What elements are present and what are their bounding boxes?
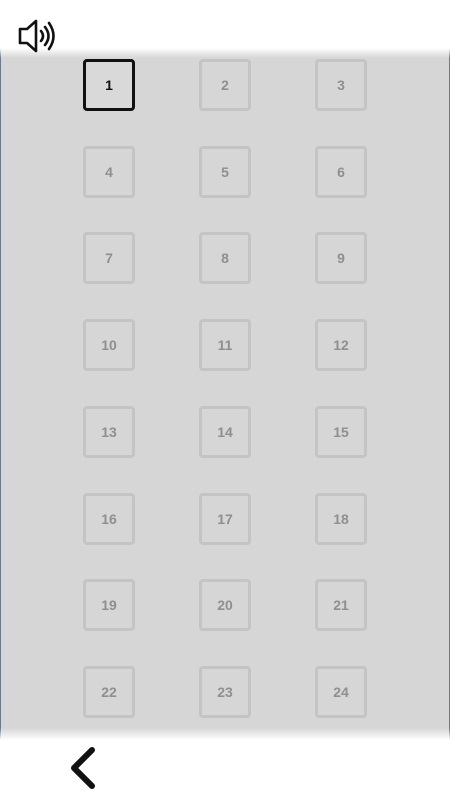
level-button-7[interactable]: 7 [83,232,135,284]
level-button-14[interactable]: 14 [199,406,251,458]
level-button-21[interactable]: 21 [315,579,367,631]
level-button-13[interactable]: 13 [83,406,135,458]
chevron-left-icon [71,747,95,789]
level-button-10[interactable]: 10 [83,319,135,371]
level-button-1[interactable]: 1 [83,59,135,111]
level-button-5[interactable]: 5 [199,146,251,198]
level-button-2[interactable]: 2 [199,59,251,111]
back-button[interactable] [66,746,102,790]
level-button-11[interactable]: 11 [199,319,251,371]
level-button-4[interactable]: 4 [83,146,135,198]
level-button-22[interactable]: 22 [83,666,135,718]
level-button-24[interactable]: 24 [315,666,367,718]
level-button-15[interactable]: 15 [315,406,367,458]
level-button-16[interactable]: 16 [83,493,135,545]
level-grid: 1 2 3 4 5 6 7 8 9 10 11 12 13 14 15 16 17 18 19 20 21 22 23 24 [0,0,450,800]
level-button-23[interactable]: 23 [199,666,251,718]
level-button-6[interactable]: 6 [315,146,367,198]
level-button-17[interactable]: 17 [199,493,251,545]
level-select-screen: 1 2 3 4 5 6 7 8 9 10 11 12 13 14 15 16 17 18 19 20 21 22 23 24 [0,0,450,800]
level-button-9[interactable]: 9 [315,232,367,284]
level-button-8[interactable]: 8 [199,232,251,284]
level-button-18[interactable]: 18 [315,493,367,545]
level-button-20[interactable]: 20 [199,579,251,631]
level-button-12[interactable]: 12 [315,319,367,371]
level-button-19[interactable]: 19 [83,579,135,631]
level-button-3[interactable]: 3 [315,59,367,111]
